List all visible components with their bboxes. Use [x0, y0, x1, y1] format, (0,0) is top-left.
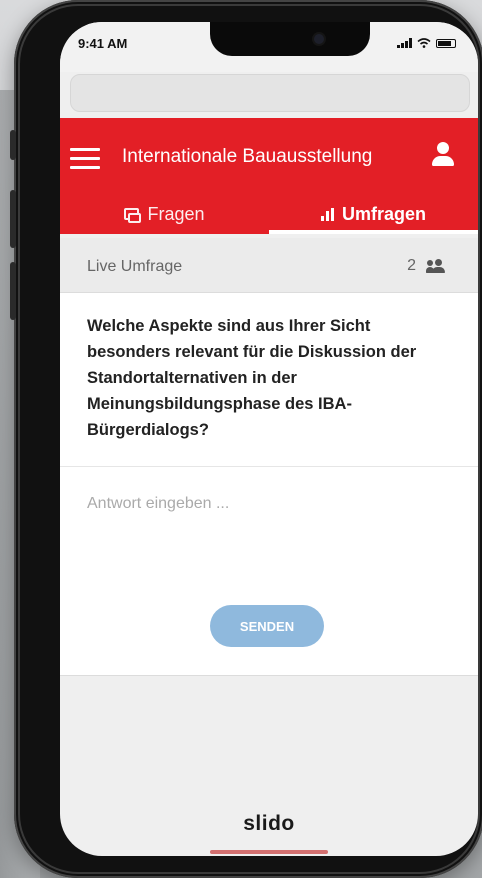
notch — [210, 22, 370, 56]
poll-question: Welche Aspekte sind aus Ihrer Sicht beso… — [87, 317, 417, 439]
tab-umfragen-label: Umfragen — [341, 203, 426, 224]
mute-switch — [10, 130, 16, 160]
signal-icon — [397, 38, 412, 48]
battery-icon — [436, 38, 456, 48]
slido-logo: slido — [243, 812, 295, 835]
divider — [60, 466, 478, 467]
live-poll-label: Live Umfrage — [87, 258, 183, 275]
participants-indicator: 2 — [407, 257, 448, 275]
phone-screen: 9:41 AM Internationale Bauausstellung Fr… — [60, 22, 478, 856]
app-title: Internationale Bauausstellung — [122, 146, 373, 167]
tab-fragen[interactable]: Fragen — [60, 194, 269, 234]
volume-down-button — [10, 262, 16, 320]
hamburger-menu-icon[interactable] — [70, 148, 100, 172]
tab-fragen-label: Fragen — [147, 203, 205, 224]
live-poll-header: Live Umfrage 2 — [60, 238, 478, 293]
tab-bar: Fragen Umfragen — [60, 194, 478, 234]
people-icon — [426, 259, 448, 273]
home-indicator — [210, 850, 328, 854]
tab-umfragen[interactable]: Umfragen — [269, 194, 478, 234]
bar-chart-icon — [320, 207, 334, 221]
user-profile-icon[interactable] — [430, 140, 456, 170]
chat-icon — [124, 207, 142, 223]
browser-url-bar[interactable] — [70, 74, 470, 112]
volume-up-button — [10, 190, 16, 248]
poll-card: Welche Aspekte sind aus Ihrer Sicht beso… — [60, 293, 478, 676]
phone-frame: 9:41 AM Internationale Bauausstellung Fr… — [10, 0, 482, 878]
camera-icon — [314, 34, 324, 44]
status-icons — [397, 38, 456, 48]
wifi-icon — [417, 38, 431, 48]
send-button[interactable]: SENDEN — [210, 605, 324, 647]
status-time: 9:41 AM — [78, 36, 128, 51]
answer-input[interactable] — [87, 489, 447, 519]
app-bar: Internationale Bauausstellung Fragen Umf… — [60, 118, 478, 234]
participants-count: 2 — [407, 257, 416, 274]
